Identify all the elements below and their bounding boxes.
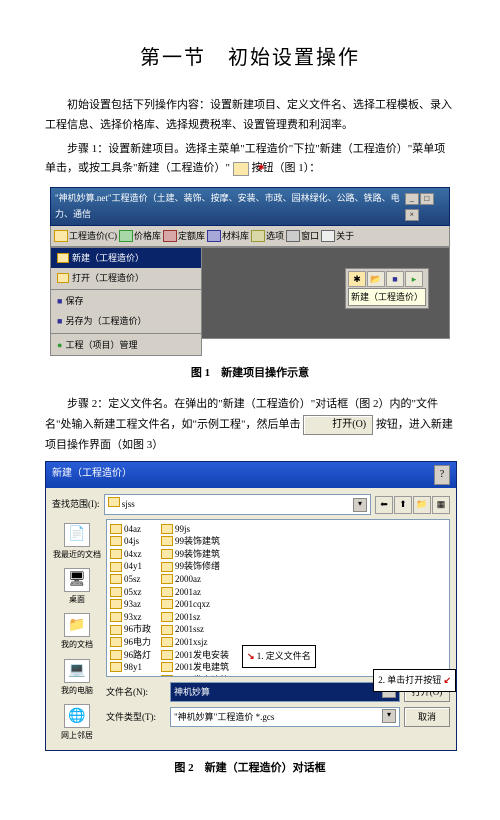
figure2-caption: 图 2 新建（工程造价）对话框 <box>45 759 455 779</box>
floating-toolbar[interactable]: ✱ 📂 ■ ▸ 新建（工程造价） <box>345 268 429 309</box>
section-title: 第一节 初始设置操作 <box>45 40 455 76</box>
figure-2-dialog: 新建（工程造价） ? 查找范围(I): sjss▾ ⬅ ⬆ 📁 ▦ 📄我最近的文… <box>45 461 457 750</box>
dialog-help-icon[interactable]: ? <box>434 465 450 485</box>
paragraph-step1: 步骤 1：设置新建项目。选择主菜单"工程造价"下拉"新建（工程造价）"菜单项单击… <box>45 140 455 180</box>
minimize-icon: _ <box>405 193 419 205</box>
dropdown-menu[interactable]: 新建（工程造价） 打开（工程造价） ■保存 ■另存为（工程造价） ●工程（项目）… <box>50 247 202 356</box>
toolbar-tooltip: 新建（工程造价） <box>348 288 426 306</box>
tb-save-icon: ■ <box>386 271 404 287</box>
filename-label: 文件名(N): <box>106 684 166 700</box>
figure-1: "神机妙算.net"工程造价（土建、装饰、按摩、安装、市政、园林绿化、公路、铁路… <box>50 187 450 356</box>
menu-quotalib: 定额库 <box>163 228 205 244</box>
back-icon[interactable]: ⬅ <box>375 496 393 514</box>
menu-item-new: 新建（工程造价） <box>51 248 201 268</box>
paragraph-step2: 步骤 2：定义文件名。在弹出的"新建（工程造价）"对话框（图 2）内的"文件名"… <box>45 395 455 455</box>
dialog-titlebar: 新建（工程造价） ? <box>46 462 456 488</box>
window-controls[interactable]: _□× <box>404 190 445 222</box>
tb-new-icon: ✱ <box>348 271 366 287</box>
callout-2: 2. 单击打开按钮 ↙ <box>373 669 456 691</box>
menu-cost: 工程造价(C) <box>54 228 117 244</box>
work-area: ✱ 📂 ■ ▸ 新建（工程造价） <box>202 247 450 339</box>
place-mycomputer: 💻我的电脑 <box>61 659 93 698</box>
menu-bar[interactable]: 工程造价(C) 价格库 定额库 材料库 选项 窗口 关于 <box>50 226 450 247</box>
up-icon[interactable]: ⬆ <box>394 496 412 514</box>
newfolder-icon[interactable]: 📁 <box>413 496 431 514</box>
chevron-down-icon: ▾ <box>353 498 367 512</box>
menu-pricelib: 价格库 <box>119 228 161 244</box>
menu-item-saveas: ■另存为（工程造价） <box>51 311 201 331</box>
menu-window: 窗口 <box>286 228 319 244</box>
place-mydocs: 📁我的文档 <box>61 613 93 652</box>
menu-options: 选项 <box>251 228 284 244</box>
menu-item-save: ■保存 <box>51 291 201 311</box>
lookin-combo[interactable]: sjss▾ <box>104 494 372 514</box>
lookin-label: 查找范围(I): <box>52 496 100 512</box>
file-col-2: 99js 99装饰建筑 99装饰建筑 99装饰修缮 2000az 2001az … <box>161 523 229 677</box>
close-icon: × <box>405 209 419 221</box>
maximize-icon: □ <box>420 193 434 205</box>
menu-about: 关于 <box>321 228 354 244</box>
menu-item-open: 打开（工程造价） <box>51 268 201 288</box>
figure1-caption: 图 1 新建项目操作示意 <box>45 364 455 384</box>
file-list[interactable]: 04az 04js 04xz 04y1 05sz 05xz 93az 93xz … <box>106 519 450 677</box>
file-col-1: 04az 04js 04xz 04y1 05sz 05xz 93az 93xz … <box>110 523 151 677</box>
tb-open-icon: 📂 <box>367 271 385 287</box>
menu-materiallib: 材料库 <box>207 228 249 244</box>
app-titlebar: "神机妙算.net"工程造价（土建、装饰、按摩、安装、市政、园林绿化、公路、铁路… <box>50 187 450 225</box>
filename-input[interactable]: 神机妙算▾ <box>170 682 400 702</box>
place-recent: 📄我最近的文档 <box>53 523 101 562</box>
menu-item-manage: ●工程（项目）管理 <box>51 335 201 355</box>
place-network: 🌐网上邻居 <box>61 704 93 743</box>
paragraph-intro: 初始设置包括下列操作内容：设置新建项目、定义文件名、选择工程模板、录入工程信息、… <box>45 96 455 136</box>
new-project-icon <box>233 162 249 176</box>
views-icon[interactable]: ▦ <box>432 496 450 514</box>
places-bar[interactable]: 📄我最近的文档 🖥桌面 📁我的文档 💻我的电脑 🌐网上邻居 <box>52 519 102 744</box>
filetype-combo[interactable]: "神机妙算"工程造价 *.gcs▾ <box>170 707 400 727</box>
open-button-inline[interactable]: 打开(O) <box>303 415 373 435</box>
cancel-button[interactable]: 取消 <box>404 707 450 727</box>
filetype-label: 文件类型(T): <box>106 709 166 725</box>
tb-play-icon: ▸ <box>405 271 423 287</box>
place-desktop: 🖥桌面 <box>64 568 90 607</box>
callout-1: ↘ 1. 定义文件名 <box>242 645 316 667</box>
